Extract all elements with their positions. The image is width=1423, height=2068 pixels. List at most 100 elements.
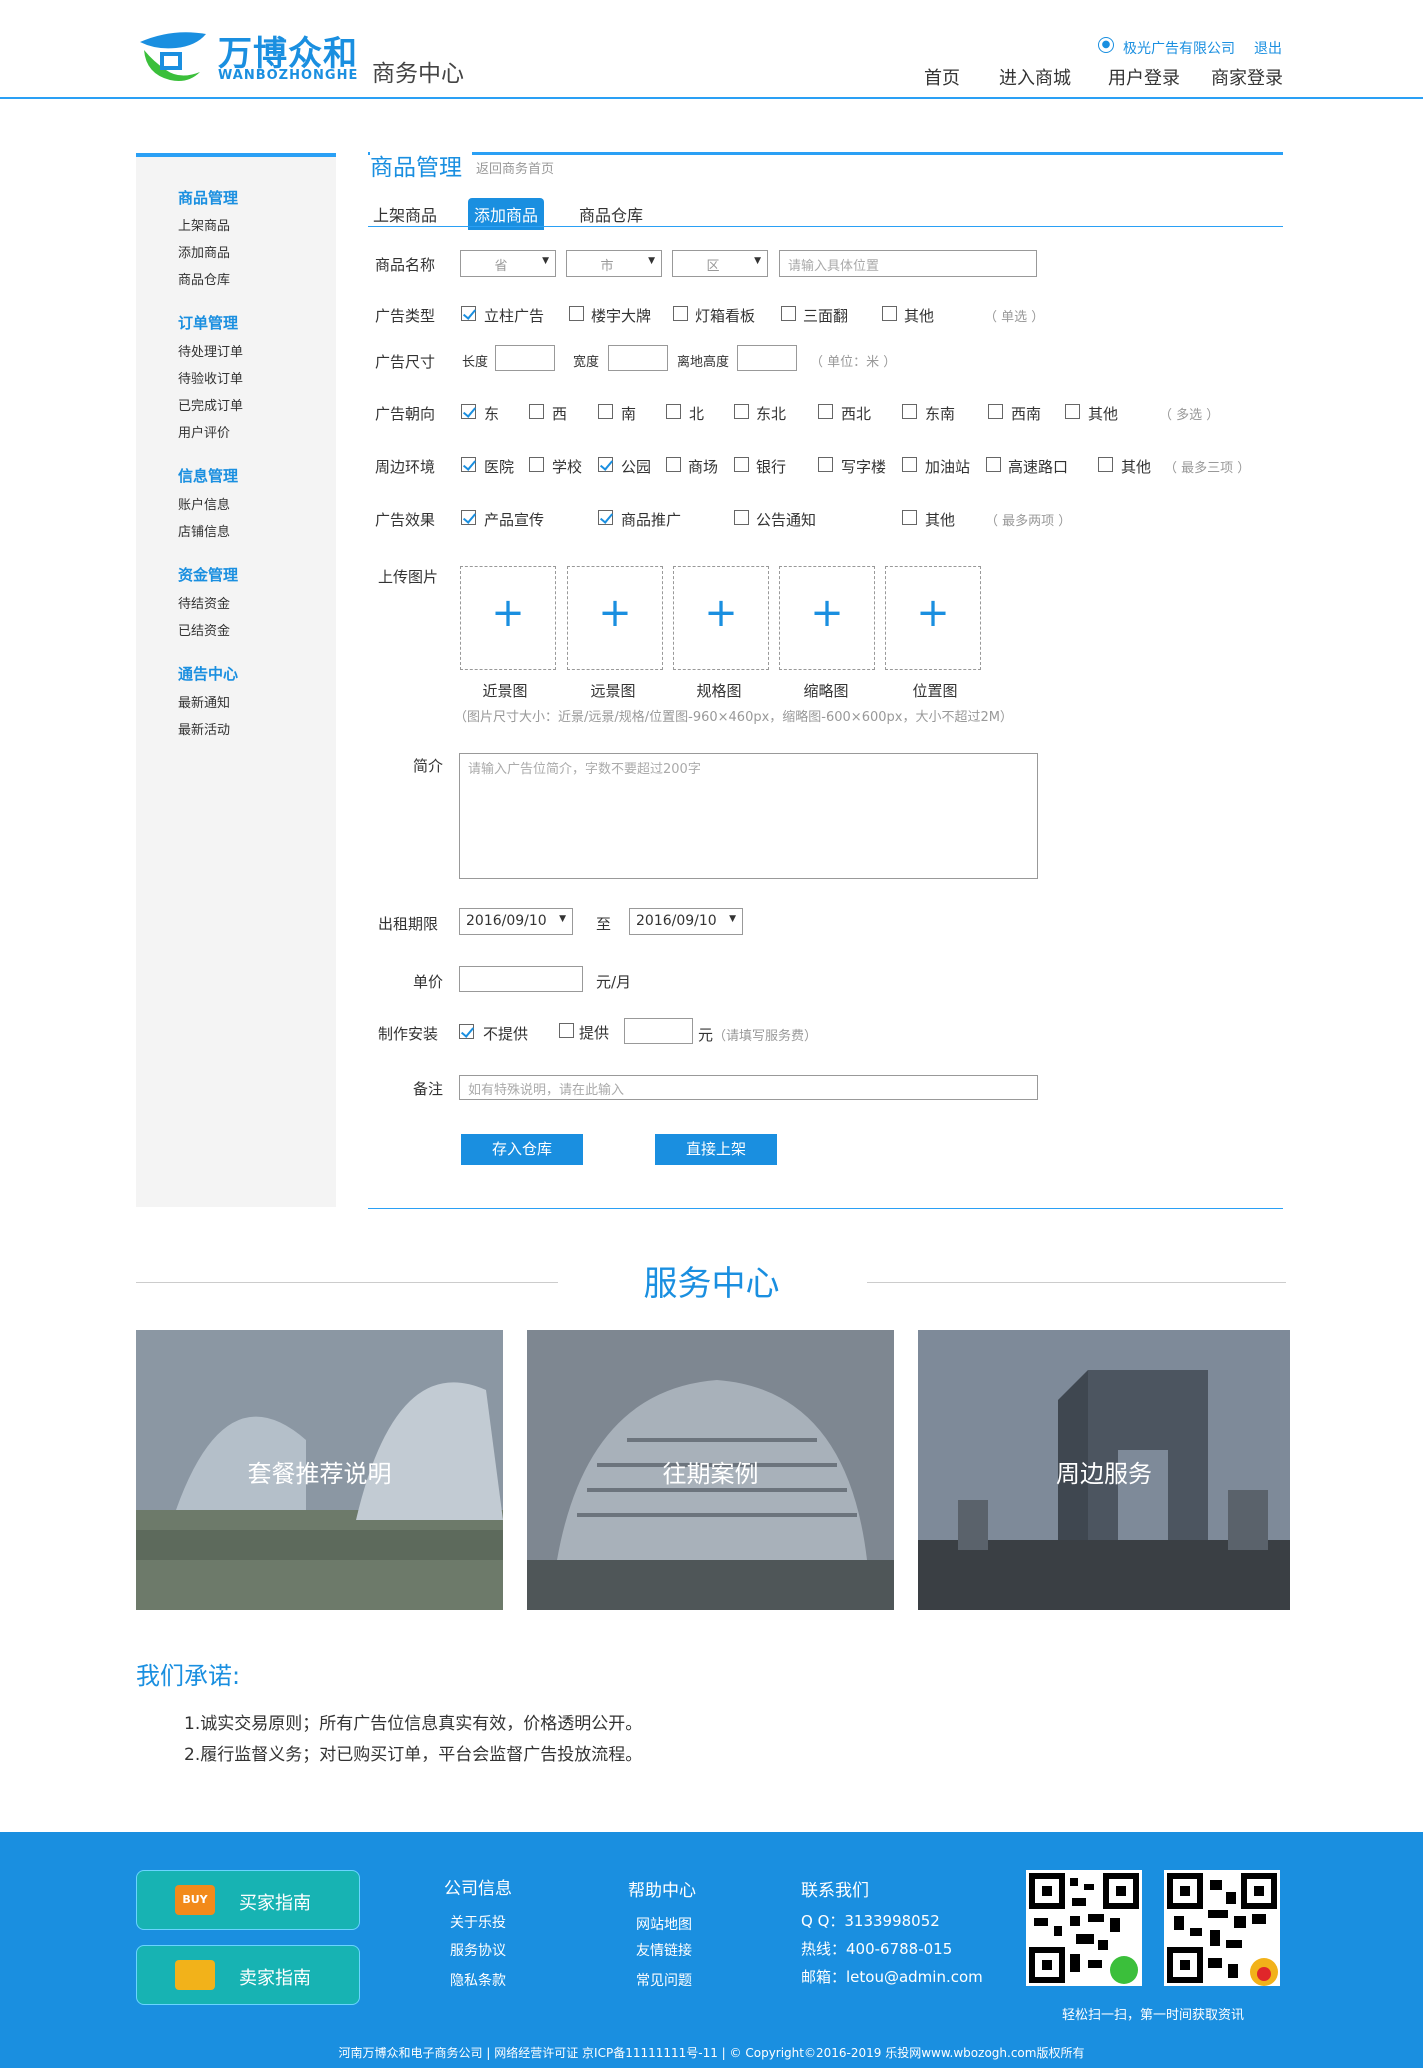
length-input[interactable] [495,345,555,371]
env-checkbox-6[interactable] [902,457,917,472]
effect-checkbox-2[interactable] [734,510,749,525]
intro-label: 简介 [413,757,444,775]
footer-link-agreement[interactable]: 服务协议 [450,1940,506,1960]
orient-checkbox-4[interactable] [734,404,749,419]
service-card-packages[interactable]: 套餐推荐说明 [136,1330,503,1610]
buy-badge-icon: BUY [175,1885,215,1915]
orient-checkbox-7[interactable] [988,404,1003,419]
sidebar-item-shop[interactable]: 店铺信息 [178,521,230,540]
env-checkbox-8[interactable] [1098,457,1113,472]
buyer-guide-button[interactable]: BUY 买家指南 [136,1870,360,1930]
orient-checkbox-3[interactable] [666,404,681,419]
sidebar-item-add-goods[interactable]: 添加商品 [178,242,230,261]
upload-box-far[interactable]: + [567,566,663,670]
env-option-3: 商场 [688,458,719,476]
sidebar-group-goods[interactable]: 商品管理 [178,187,238,208]
footer-link-sitemap[interactable]: 网站地图 [636,1914,692,1934]
type-checkbox-1[interactable] [569,306,584,321]
date-from-select[interactable]: 2016/09/10 ▼ [459,908,573,935]
back-home-link[interactable]: 返回商务首页 [476,158,561,177]
sidebar-item-list-goods[interactable]: 上架商品 [178,215,230,234]
effect-checkbox-3[interactable] [902,510,917,525]
footer-link-about[interactable]: 关于乐投 [450,1912,506,1932]
upload-box-near[interactable]: + [460,566,556,670]
env-checkbox-7[interactable] [986,457,1001,472]
sidebar-item-pending-funds[interactable]: 待结资金 [178,593,230,612]
service-card-nearby[interactable]: 周边服务 [918,1330,1290,1610]
sidebar-item-settled-funds[interactable]: 已结资金 [178,620,230,639]
orient-checkbox-0[interactable] [461,404,476,419]
height-input[interactable] [737,345,797,371]
sidebar-group-notices[interactable]: 通告中心 [178,663,238,684]
date-from-value: 2016/09/10 [466,913,547,929]
orient-checkbox-2[interactable] [598,404,613,419]
logo-icon[interactable] [136,28,210,86]
orient-option-7: 西南 [1011,405,1042,423]
sidebar-item-reviews[interactable]: 用户评价 [178,422,230,441]
env-checkbox-2[interactable] [598,457,613,472]
install-yes-checkbox[interactable] [559,1023,574,1038]
env-checkbox-5[interactable] [818,457,833,472]
nav-user-login[interactable]: 用户登录 [1108,64,1180,90]
effect-checkbox-1[interactable] [598,510,613,525]
type-checkbox-4[interactable] [882,306,897,321]
save-to-warehouse-button[interactable]: 存入仓库 [461,1134,583,1165]
sidebar-group-funds[interactable]: 资金管理 [178,564,238,585]
width-input[interactable] [608,345,668,371]
env-checkbox-4[interactable] [734,457,749,472]
tab-list-goods[interactable]: 上架商品 [373,202,437,226]
nav-home[interactable]: 首页 [924,64,960,90]
footer-link-privacy[interactable]: 隐私条款 [450,1970,506,1990]
sidebar-item-warehouse[interactable]: 商品仓库 [178,269,230,288]
upload-box-thumb[interactable]: + [779,566,875,670]
env-checkbox-3[interactable] [666,457,681,472]
intro-textarea[interactable]: 请输入广告位简介，字数不要超过200字 [459,753,1038,879]
orient-checkbox-5[interactable] [818,404,833,419]
chevron-down-icon: ▼ [542,256,549,266]
tab-warehouse[interactable]: 商品仓库 [579,202,643,226]
date-to-select[interactable]: 2016/09/10 ▼ [629,908,743,935]
install-fee-input[interactable] [624,1018,693,1044]
type-checkbox-3[interactable] [781,306,796,321]
plus-icon: + [491,590,525,636]
orient-option-1: 西 [552,405,568,423]
type-checkbox-0[interactable] [461,306,476,321]
orient-checkbox-6[interactable] [902,404,917,419]
footer-link-faq[interactable]: 常见问题 [636,1970,692,1990]
sidebar-item-pending-orders[interactable]: 待处理订单 [178,341,243,360]
footer-contact-email[interactable]: 邮箱：letou@admin.com [801,1966,983,1987]
sidebar-item-to-check-orders[interactable]: 待验收订单 [178,368,243,387]
effect-checkbox-0[interactable] [461,510,476,525]
upload-box-spec[interactable]: + [673,566,769,670]
promise-title: 我们承诺: [136,1662,241,1690]
service-card-label: 周边服务 [1056,1460,1152,1488]
nav-merchant-login[interactable]: 商家登录 [1211,64,1283,90]
install-no-checkbox[interactable] [459,1024,474,1039]
nav-mall[interactable]: 进入商城 [999,64,1071,90]
city-select[interactable]: 市 ▼ [566,250,662,277]
sidebar-item-latest-activity[interactable]: 最新活动 [178,719,230,738]
orient-checkbox-8[interactable] [1065,404,1080,419]
remark-input[interactable]: 如有特殊说明，请在此输入 [459,1075,1038,1100]
sidebar-item-latest-notice[interactable]: 最新通知 [178,692,230,711]
logout-link[interactable]: 退出 [1254,38,1282,58]
company-name[interactable]: 极光广告有限公司 [1123,38,1235,58]
sidebar-item-account[interactable]: 账户信息 [178,494,230,513]
orient-checkbox-1[interactable] [529,404,544,419]
env-checkbox-1[interactable] [529,457,544,472]
district-select[interactable]: 区 ▼ [672,250,768,277]
upload-box-location[interactable]: + [885,566,981,670]
footer-link-friends[interactable]: 友情链接 [636,1940,692,1960]
sidebar-group-orders[interactable]: 订单管理 [178,312,238,333]
sidebar-group-info[interactable]: 信息管理 [178,465,238,486]
sidebar-item-completed-orders[interactable]: 已完成订单 [178,395,243,414]
env-option-2: 公园 [621,458,652,476]
address-input[interactable]: 请输入具体位置 [779,250,1037,277]
province-select[interactable]: 省 ▼ [460,250,556,277]
publish-button[interactable]: 直接上架 [655,1134,777,1165]
env-checkbox-0[interactable] [461,457,476,472]
seller-guide-button[interactable]: 卖家指南 [136,1945,360,2005]
service-card-cases[interactable]: 往期案例 [527,1330,894,1610]
price-input[interactable] [459,966,583,992]
type-checkbox-2[interactable] [673,306,688,321]
